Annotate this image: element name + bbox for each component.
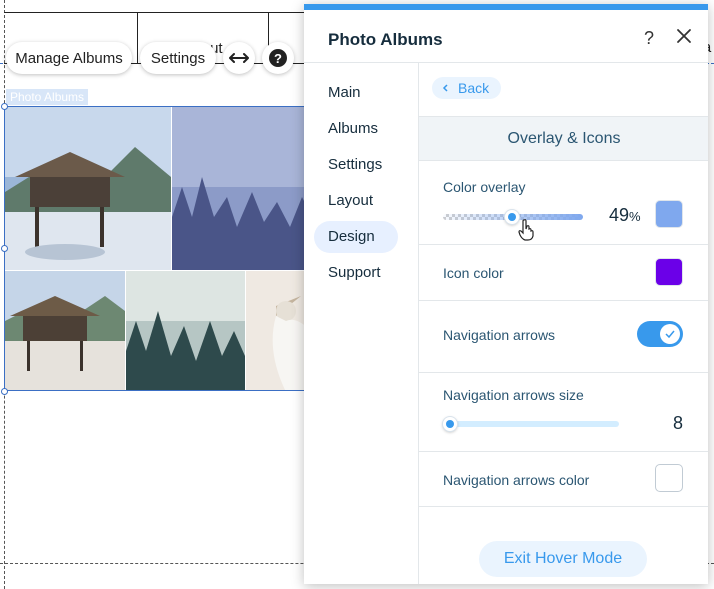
color-overlay-value: 49 — [609, 205, 630, 225]
settings-button[interactable]: Settings — [140, 42, 216, 74]
tab-settings[interactable]: Settings — [314, 149, 398, 181]
photo-bird[interactable] — [246, 271, 310, 391]
navigation-arrows-size-slider[interactable] — [449, 421, 619, 427]
photo-foggy-forest[interactable] — [126, 271, 245, 391]
tab-layout[interactable]: Layout — [314, 185, 398, 217]
navigation-arrows-color-label: Navigation arrows color — [443, 472, 590, 488]
navigation-arrows-size-row: Navigation arrows size 8 — [419, 373, 708, 452]
help-icon: ? — [269, 49, 287, 67]
color-overlay-unit: % — [629, 209, 641, 224]
close-icon[interactable] — [676, 28, 692, 44]
panel-header[interactable]: Photo Albums ? — [304, 10, 708, 63]
help-button[interactable]: ? — [262, 42, 294, 74]
navigation-arrows-label: Navigation arrows — [443, 327, 556, 343]
color-overlay-label: Color overlay — [443, 179, 526, 195]
navigation-arrows-row: Navigation arrows — [419, 301, 708, 373]
color-overlay-value-wrap: 49% — [609, 205, 641, 226]
photo-misty-forest[interactable] — [172, 107, 310, 270]
color-overlay-swatch[interactable] — [655, 200, 683, 228]
manage-albums-button[interactable]: Manage Albums — [6, 42, 132, 74]
checkmark-icon — [665, 330, 675, 338]
tab-design[interactable]: Design — [314, 221, 398, 253]
panel-title: Photo Albums — [328, 30, 443, 49]
photo-albums-gallery[interactable] — [4, 106, 310, 391]
chevron-left-icon — [442, 84, 448, 92]
panel-help-icon[interactable]: ? — [644, 28, 654, 49]
photo-beach-hut-2[interactable] — [5, 271, 125, 391]
back-row: Back — [419, 63, 708, 117]
icon-color-label: Icon color — [443, 265, 504, 281]
resize-handle-top-left[interactable] — [1, 103, 8, 110]
panel-content: Back Overlay & Icons Color overlay 49% I… — [418, 63, 708, 584]
toggle-knob — [660, 324, 680, 344]
resize-handle-bottom-left[interactable] — [1, 388, 8, 395]
exit-hover-mode-button[interactable]: Exit Hover Mode — [479, 541, 647, 577]
resize-handle-left[interactable] — [1, 245, 8, 252]
navigation-arrows-color-row: Navigation arrows color — [419, 452, 708, 507]
section-title: Overlay & Icons — [419, 117, 708, 161]
back-button[interactable]: Back — [432, 77, 502, 99]
stretch-arrows-icon — [229, 53, 249, 63]
tab-albums[interactable]: Albums — [314, 113, 398, 145]
component-label: Photo Albums — [6, 89, 89, 105]
navigation-arrows-size-value: 8 — [673, 413, 684, 433]
stretch-button[interactable] — [223, 42, 255, 74]
hand-pointer-icon — [518, 219, 534, 241]
tab-main[interactable]: Main — [314, 77, 398, 109]
icon-color-swatch[interactable] — [655, 258, 683, 286]
navigation-arrows-color-swatch[interactable] — [655, 464, 683, 492]
photo-albums-settings-panel: Photo Albums ? Main Albums Settings Layo… — [304, 4, 708, 584]
navigation-arrows-toggle[interactable] — [637, 321, 683, 347]
photo-beach-hut[interactable] — [5, 107, 171, 270]
icon-color-row: Icon color — [419, 245, 708, 301]
tab-support[interactable]: Support — [314, 257, 398, 289]
color-overlay-row: Color overlay 49% — [419, 161, 708, 245]
back-label: Back — [458, 80, 490, 96]
navigation-arrows-size-slider-thumb[interactable] — [443, 417, 457, 431]
panel-sidebar: Main Albums Settings Layout Design Suppo… — [304, 63, 418, 584]
navigation-arrows-size-label: Navigation arrows size — [443, 387, 584, 403]
